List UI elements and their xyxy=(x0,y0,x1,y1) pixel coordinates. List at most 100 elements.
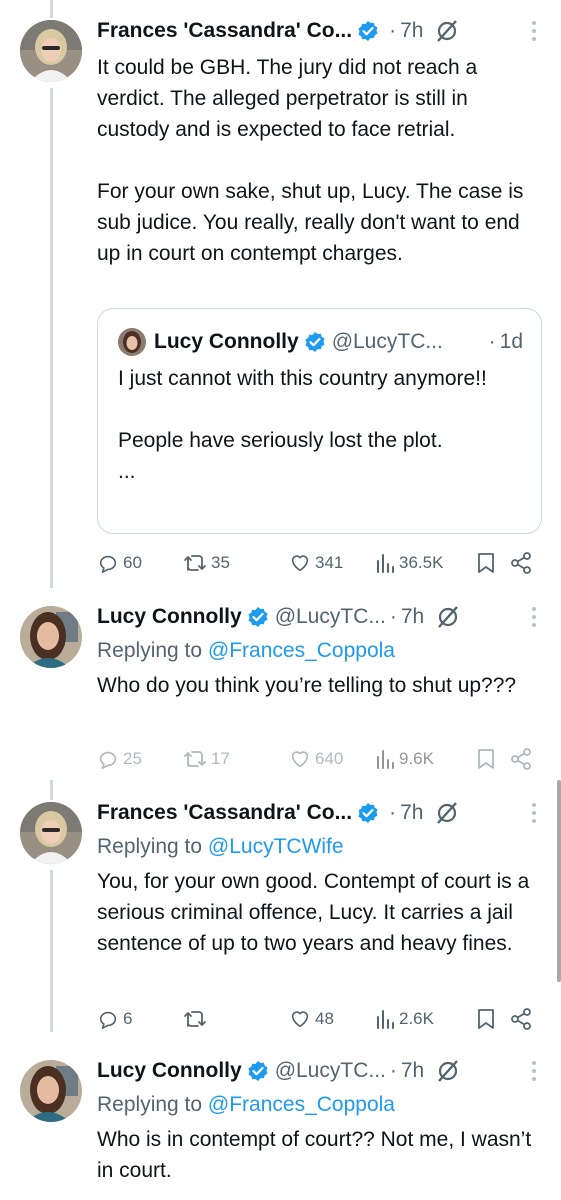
author-name[interactable]: Lucy Connolly xyxy=(97,1059,242,1083)
tweet[interactable]: Lucy Connolly @LucyTC... · 7h Replying t… xyxy=(0,590,561,780)
quoted-timestamp: 1d xyxy=(499,330,523,353)
avatar[interactable] xyxy=(20,606,82,668)
tweet-text: Who do you think you’re telling to shut … xyxy=(97,674,517,697)
share-icon[interactable] xyxy=(509,747,533,771)
heart-icon xyxy=(291,1011,309,1028)
heart-icon xyxy=(291,555,309,572)
timestamp[interactable]: 7h xyxy=(400,801,423,825)
tweet-header: Lucy Connolly @LucyTC... · 7h xyxy=(97,1056,541,1086)
retweet-icon xyxy=(184,1011,206,1027)
tweet-actions: 6 48 2.6K xyxy=(97,1004,537,1034)
replying-to: Replying to @Frances_Coppola xyxy=(97,636,541,666)
verified-badge-icon xyxy=(248,1061,268,1081)
views-icon xyxy=(377,554,394,573)
reply-button[interactable]: 6 xyxy=(97,1008,183,1030)
views-icon xyxy=(377,1010,394,1029)
separator-dot: · xyxy=(389,605,397,628)
view-count: 2.6K xyxy=(399,1009,434,1028)
tweet-text: You, for your own good. Contempt of cour… xyxy=(97,870,530,955)
quoted-avatar xyxy=(118,328,146,356)
tweet[interactable]: Frances 'Cassandra' Co... · 7h It could … xyxy=(0,0,561,590)
tweet-text: It could be GBH. The jury did not reach … xyxy=(97,56,524,265)
tweet-actions: 60 35 341 36.5K xyxy=(97,548,537,578)
reply-button[interactable]: 25 xyxy=(97,748,183,770)
grok-icon[interactable] xyxy=(435,19,459,43)
replying-to-mention[interactable]: @LucyTCWife xyxy=(208,835,344,858)
retweet-count: 35 xyxy=(211,553,230,572)
views-button[interactable]: 2.6K xyxy=(375,1008,471,1030)
verified-badge-icon xyxy=(305,332,325,352)
retweet-button[interactable]: 35 xyxy=(183,552,289,574)
like-count: 48 xyxy=(315,1009,334,1028)
quoted-tweet-header: Lucy Connolly @LucyTC... · 1d xyxy=(118,327,523,357)
replying-to-label: Replying to xyxy=(97,1093,203,1116)
more-options-icon[interactable] xyxy=(531,1060,537,1082)
like-count: 640 xyxy=(315,749,344,768)
reply-count: 6 xyxy=(123,1009,133,1028)
reply-count: 25 xyxy=(123,749,142,768)
reply-icon xyxy=(99,1011,117,1029)
tweet[interactable]: Frances 'Cassandra' Co... · 7h Replying … xyxy=(0,786,561,1044)
views-button[interactable]: 36.5K xyxy=(375,552,471,574)
separator-dot: · xyxy=(389,1059,397,1082)
retweet-icon xyxy=(184,751,206,767)
tweet-actions: 25 17 640 9.6K xyxy=(97,744,537,774)
more-options-icon[interactable] xyxy=(531,20,537,42)
more-options-icon[interactable] xyxy=(531,606,537,628)
like-button[interactable]: 48 xyxy=(289,1008,375,1030)
bookmark-icon[interactable] xyxy=(475,747,497,771)
verified-badge-icon xyxy=(358,21,378,41)
avatar[interactable] xyxy=(20,20,82,82)
views-button[interactable]: 9.6K xyxy=(375,748,471,770)
verified-badge-icon xyxy=(248,607,268,627)
more-options-icon[interactable] xyxy=(531,802,537,824)
like-count: 341 xyxy=(315,553,344,572)
reply-icon xyxy=(99,751,117,769)
timestamp[interactable]: 7h xyxy=(401,1059,424,1083)
verified-badge-icon xyxy=(358,803,378,823)
grok-icon[interactable] xyxy=(436,1059,460,1083)
tweet-header: Frances 'Cassandra' Co... · 7h xyxy=(97,16,541,46)
view-count: 36.5K xyxy=(399,553,444,572)
author-name[interactable]: Lucy Connolly xyxy=(97,605,242,629)
tweet-text: Who is in contempt of court?? Not me, I … xyxy=(97,1128,532,1182)
retweet-count: 17 xyxy=(211,749,230,768)
share-icon[interactable] xyxy=(509,1007,533,1031)
replying-to-mention[interactable]: @Frances_Coppola xyxy=(208,639,395,662)
separator-dot: · xyxy=(488,330,496,353)
replying-to: Replying to @Frances_Coppola xyxy=(97,1090,541,1120)
grok-icon[interactable] xyxy=(436,605,460,629)
scrollbar[interactable] xyxy=(557,780,561,982)
timestamp[interactable]: 7h xyxy=(400,19,423,43)
views-icon xyxy=(377,750,394,769)
tweet-header: Frances 'Cassandra' Co... · 7h xyxy=(97,798,541,828)
grok-icon[interactable] xyxy=(435,801,459,825)
quoted-tweet[interactable]: Lucy Connolly @LucyTC... · 1d I just can… xyxy=(97,308,542,534)
author-name[interactable]: Frances 'Cassandra' Co... xyxy=(97,19,352,43)
quoted-tweet-text: I just cannot with this country anymore!… xyxy=(118,367,487,483)
heart-icon xyxy=(291,751,309,768)
like-button[interactable]: 640 xyxy=(289,748,375,770)
avatar[interactable] xyxy=(20,1060,82,1122)
reply-icon xyxy=(99,555,117,573)
author-name[interactable]: Frances 'Cassandra' Co... xyxy=(97,801,352,825)
author-handle[interactable]: @LucyTC... xyxy=(275,1059,386,1083)
bookmark-icon[interactable] xyxy=(475,1007,497,1031)
reply-count: 60 xyxy=(123,553,142,572)
avatar[interactable] xyxy=(20,802,82,864)
reply-button[interactable]: 60 xyxy=(97,552,183,574)
quoted-handle: @LucyTC... xyxy=(331,330,443,353)
tweet[interactable]: Lucy Connolly @LucyTC... · 7h Replying t… xyxy=(0,1044,561,1200)
retweet-button[interactable] xyxy=(183,1008,289,1030)
timestamp[interactable]: 7h xyxy=(401,605,424,629)
author-handle[interactable]: @LucyTC... xyxy=(275,605,386,629)
retweet-button[interactable]: 17 xyxy=(183,748,289,770)
like-button[interactable]: 341 xyxy=(289,552,375,574)
view-count: 9.6K xyxy=(399,749,434,768)
separator-dot: · xyxy=(389,19,397,42)
replying-to: Replying to @LucyTCWife xyxy=(97,832,541,862)
bookmark-icon[interactable] xyxy=(475,551,497,575)
share-icon[interactable] xyxy=(509,551,533,575)
quoted-author-name: Lucy Connolly xyxy=(154,330,299,353)
replying-to-mention[interactable]: @Frances_Coppola xyxy=(208,1093,395,1116)
